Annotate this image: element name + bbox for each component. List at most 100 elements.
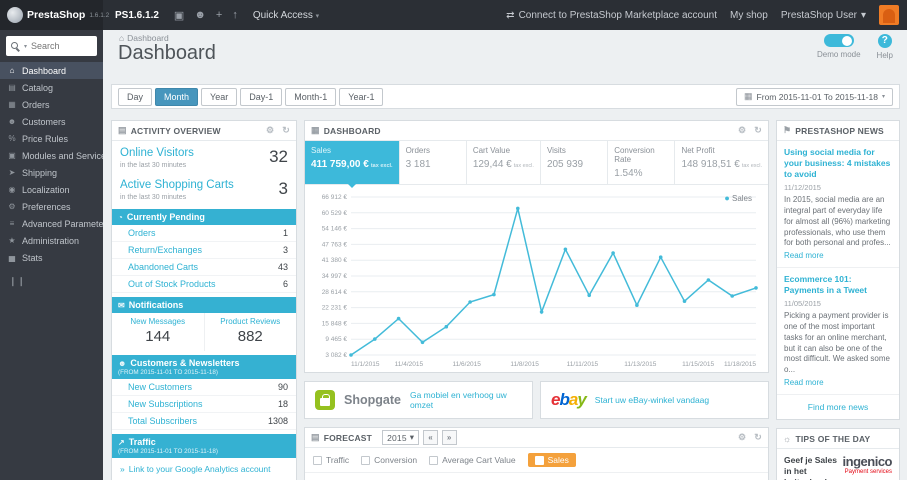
gear-icon[interactable]: ⚙ [738,125,746,136]
traffic-icon: ↗ [118,437,125,447]
period-button-day[interactable]: Day [118,87,153,106]
sidebar-item-shipping[interactable]: ➤ Shipping [0,164,103,181]
google-analytics-link[interactable]: » Link to your Google Analytics account [112,458,296,480]
kpi-sales[interactable]: Sales 411 759,00 € tax excl. [305,141,400,188]
forecast-legend-conversion[interactable]: Conversion [361,455,417,465]
forecast-icon: ▤ [311,432,320,442]
upgrade-icon[interactable]: ↑ [232,9,238,21]
sidebar-item-stats[interactable]: ▅ Stats [0,249,103,266]
sidebar-item-label: Dashboard [22,65,67,76]
new-messages-cell[interactable]: New Messages 144 [112,313,205,351]
sales-chart-area: ● Sales 66 912 € 60 529 € 54 146 € 47 763 €… [305,185,768,372]
sidebar-item-orders[interactable]: ▦ Orders [0,96,103,113]
customer-icon[interactable]: ☻ [194,9,206,21]
kpi-orders[interactable]: Orders 3 181 [400,141,467,184]
active-carts-link[interactable]: Active Shopping Carts [120,179,288,191]
checkbox-icon[interactable] [534,455,544,465]
news-article-title[interactable]: Ecommerce 101: Payments in a Tweet [784,274,892,296]
shopgate-link[interactable]: Ga mobiel en verhoog uw omzet [410,390,522,410]
sidebar-item-price-rules[interactable]: % Price Rules [0,130,103,147]
product-reviews-cell[interactable]: Product Reviews 882 [205,313,297,351]
dashboard-icon: ▦ [311,125,320,135]
activity-row-link[interactable]: New Customers [128,382,192,392]
sidebar-collapse[interactable]: ❙❙ [0,266,103,297]
svg-text:34 997 €: 34 997 € [322,273,348,280]
my-shop-link[interactable]: My shop [730,10,768,21]
activity-row-link[interactable]: Abandoned Carts [128,262,198,272]
product-reviews-label: Product Reviews [220,317,281,326]
activity-row: Abandoned Carts 43 [112,259,296,276]
activity-row-link[interactable]: Orders [128,228,156,238]
search-input[interactable] [31,41,86,51]
refresh-icon[interactable]: ↻ [754,432,762,443]
marketplace-link[interactable]: ⇄ Connect to PrestaShop Marketplace acco… [506,10,717,21]
kpi-visits[interactable]: Visits 205 939 [541,141,609,184]
kpi-net-profit[interactable]: Net Profit 148 918,51 € tax excl. [675,141,768,184]
period-button-month[interactable]: Month [155,87,199,106]
find-more-news-link[interactable]: Find more news [777,395,899,419]
customers-rows: New Customers 90 New Subscriptions 18 Total … [112,379,296,430]
checkbox-icon[interactable] [313,455,322,465]
forecast-next-button[interactable]: » [441,430,457,445]
period-button-year-1[interactable]: Year-1 [339,87,384,106]
avatar[interactable] [879,5,899,25]
period-button-year[interactable]: Year [201,87,238,106]
demo-mode-toggle[interactable] [823,34,854,47]
checkbox-icon[interactable] [429,455,439,465]
svg-text:60 529 €: 60 529 € [322,210,348,217]
sidebar-item-dashboard[interactable]: ⌂ Dashboard [0,62,103,79]
sidebar-item-advanced-parameters[interactable]: ≡ Advanced Parameters [0,215,111,232]
forecast-legend-average-cart-value[interactable]: Average Cart Value [429,455,516,465]
sidebar-item-catalog[interactable]: ▤ Catalog [0,79,103,96]
kpi-cart-value[interactable]: Cart Value 129,44 € tax excl. [467,141,541,184]
ebay-link[interactable]: Start uw eBay-winkel vandaag [595,395,709,405]
sidebar-item-administration[interactable]: ★ Administration [0,232,103,249]
refresh-icon[interactable]: ↻ [754,125,762,136]
activity-row-link[interactable]: New Subscriptions [128,399,203,409]
gear-icon[interactable]: ⚙ [266,125,274,136]
help-icon[interactable]: ? [877,34,892,48]
online-visitors-link[interactable]: Online Visitors [120,147,288,159]
read-more-link[interactable]: Read more [784,251,824,260]
demo-mode-block: Demo mode [817,34,861,60]
activity-row-link[interactable]: Total Subscribers [128,416,197,426]
checkbox-icon[interactable] [361,455,371,465]
kpi-label: Cart Value [472,146,511,155]
forecast-legend-sales[interactable]: Sales [527,453,576,467]
sidebar-item-preferences[interactable]: ⚙ Preferences [0,198,103,215]
sidebar-item-localization[interactable]: ◉ Localization [0,181,103,198]
sidebar-search[interactable]: ▾ [6,36,97,56]
read-more-link[interactable]: Read more [784,378,824,387]
period-button-day-1[interactable]: Day-1 [240,87,283,106]
news-article-title[interactable]: Using social media for your business: 4 … [784,147,892,180]
prestashop-logo-icon [7,7,23,23]
activity-row-link[interactable]: Return/Exchanges [128,245,202,255]
ingenico-logo-subtext: Payment services [844,469,892,475]
user-menu[interactable]: PrestaShop User ▾ [781,10,866,21]
sidebar-item-customers[interactable]: ☻ Customers [0,113,103,130]
quick-access-menu[interactable]: Quick Access ▾ [253,10,319,21]
gear-icon[interactable]: ⚙ [738,432,746,443]
prestashop-logo[interactable]: PrestaShop 1.6.1.2 [0,0,109,30]
activity-overview-panel: ▤ ACTIVITY OVERVIEW ⚙ ↻ Online Visitors … [111,120,297,480]
activity-row-value: 3 [282,245,288,255]
refresh-icon[interactable]: ↻ [282,125,290,136]
period-button-month-1[interactable]: Month-1 [285,87,337,106]
forecast-panel-title: FORECAST [323,432,373,443]
kpi-conversion-rate[interactable]: Conversion Rate 1.54% [608,141,676,184]
mail-icon: ✉ [118,300,125,310]
forecast-legend-traffic[interactable]: Traffic [313,455,349,465]
tips-headline: Geef je Sales in het buitenland een Boos… [784,455,844,480]
add-icon[interactable]: + [216,9,222,21]
cart-icon[interactable]: ▣ [174,9,184,22]
svg-text:11/11/2015: 11/11/2015 [567,361,599,368]
activity-row-value: 6 [282,279,288,289]
forecast-prev-button[interactable]: « [423,430,438,445]
sidebar-item-modules-and-services[interactable]: ▣ Modules and Services [0,147,110,164]
activity-row-link[interactable]: Out of Stock Products [128,279,216,289]
forecast-year-select[interactable]: 2015 ▾ [382,430,420,445]
date-range-button[interactable]: ▦ From 2015-11-01 To 2015-11-18 ▾ [736,87,893,106]
topbar: PrestaShop 1.6.1.2 PS1.6.1.2 ▣ ☻ + ↑ Qui… [0,0,907,30]
chart-legend: ● Sales [724,193,752,203]
activity-row: Return/Exchanges 3 [112,242,296,259]
